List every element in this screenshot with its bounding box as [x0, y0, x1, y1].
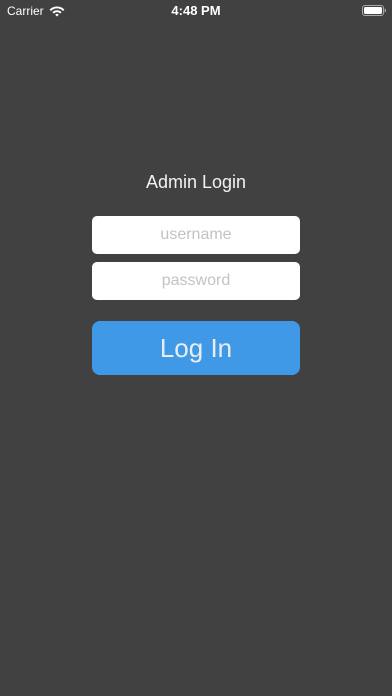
status-bar: Carrier 4:48 PM	[0, 0, 392, 22]
login-title: Admin Login	[145, 172, 247, 192]
status-time: 4:48 PM	[171, 3, 221, 18]
login-button[interactable]: Log In	[92, 321, 300, 375]
battery-icon	[362, 5, 386, 16]
password-input[interactable]	[92, 262, 300, 300]
username-input[interactable]	[92, 216, 300, 254]
